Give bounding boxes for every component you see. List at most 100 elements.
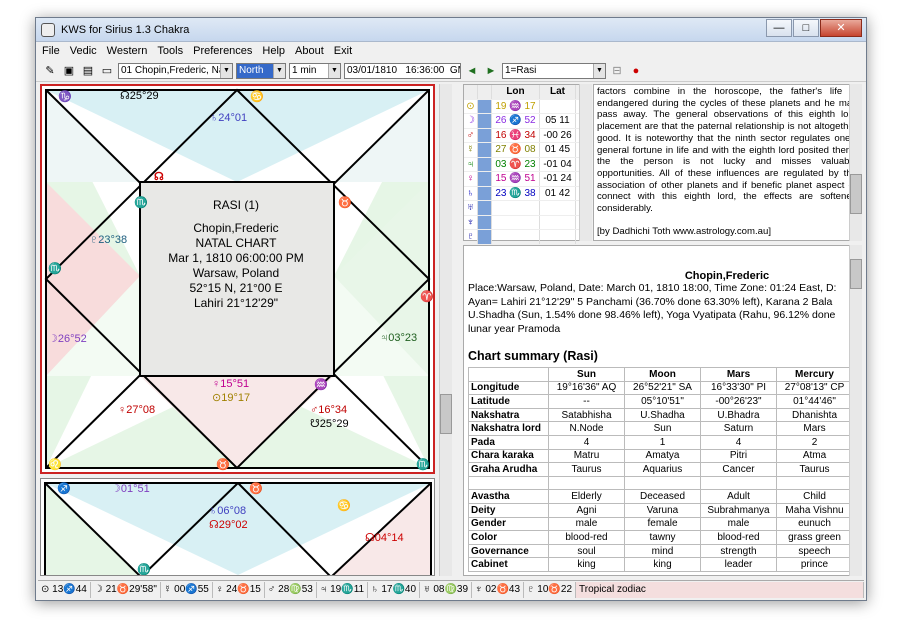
scroll-thumb[interactable]	[850, 259, 862, 289]
menu-help[interactable]: Help	[262, 45, 285, 57]
planet-row[interactable]: ♀ 15 ♒ 51 -01 24	[464, 172, 590, 187]
logo-icon[interactable]: ●	[628, 63, 644, 79]
arrow-left-icon[interactable]: ◄	[464, 63, 480, 79]
summary-cell: Saturn	[700, 421, 777, 436]
summary-cell: Avastha	[468, 489, 549, 504]
summary-cell: Aquarius	[624, 462, 701, 477]
report-scrollbar[interactable]	[849, 245, 862, 576]
arrow-right-icon[interactable]: ►	[483, 63, 499, 79]
planet-select-cell[interactable]	[478, 128, 492, 142]
maximize-button[interactable]: □	[793, 19, 819, 37]
planet-glyph-icon: ♅	[464, 201, 478, 215]
planet-row[interactable]: ♃ 03 ♈ 23 -01 04	[464, 157, 590, 172]
chart-scrollbar[interactable]	[439, 84, 452, 576]
summary-header-row: Sun Moon Mars Mercury	[468, 367, 853, 382]
planet-glyph-icon: ☿	[464, 143, 478, 157]
summary-cell: 05°10'51"	[624, 394, 701, 409]
planet-select-cell[interactable]	[478, 157, 492, 171]
summary-cell: Chara karaka	[468, 448, 549, 464]
chart-select[interactable]: 01 Chopin,Frederic, Natal ▼	[118, 62, 233, 79]
summary-cell: eunuch	[776, 516, 853, 532]
style-select[interactable]: North ▼	[236, 62, 286, 79]
planet-lat: 05 11	[540, 114, 576, 128]
sign-label: ♒	[314, 379, 328, 391]
planet-row[interactable]: ♇	[464, 230, 590, 245]
planet-row[interactable]: ♄ 23 ♏ 38 01 42	[464, 186, 590, 201]
close-button[interactable]: ✕	[820, 19, 862, 37]
menu-file[interactable]: File	[42, 45, 60, 57]
planet-row[interactable]: ☽ 26 ♐ 52 05 11	[464, 114, 590, 129]
planet-row[interactable]: ♅	[464, 201, 590, 216]
summary-cell: Varuna	[624, 502, 701, 518]
planet-row[interactable]: ♂ 16 ♓ 34 -00 26	[464, 128, 590, 143]
planet-lon: 27 ♉ 08	[492, 143, 540, 157]
status-item: ☽ 21♉29'58"	[91, 581, 161, 598]
menu-about[interactable]: About	[295, 45, 324, 57]
planet-row[interactable]: ☿ 27 ♉ 08 01 45	[464, 143, 590, 158]
planet-table-scrollbar[interactable]	[579, 84, 592, 241]
planet-select-cell[interactable]	[478, 172, 492, 186]
summary-cell: Color	[468, 530, 549, 545]
summary-row: Nakshatra Satabhisha U.Shadha U.Bhadra Dhani…	[468, 407, 853, 423]
summary-cell: Nakshatra lord	[468, 421, 549, 436]
minimize-button[interactable]: —	[766, 19, 792, 37]
print-icon[interactable]: ▤	[80, 63, 96, 79]
scroll-thumb[interactable]	[440, 394, 452, 434]
planet-lon	[492, 215, 540, 229]
camera-icon[interactable]: ▣	[61, 63, 77, 79]
planet-select-cell[interactable]	[478, 186, 492, 200]
menu-exit[interactable]: Exit	[334, 45, 352, 57]
summary-cell: 27°08'13" CP	[776, 380, 853, 396]
planet-lon	[492, 201, 540, 215]
planet-glyph-icon: ♂	[464, 128, 478, 142]
card-icon[interactable]: ▭	[99, 63, 115, 79]
summary-cell: Sun	[624, 421, 701, 436]
save-icon[interactable]: ⊟	[609, 63, 625, 79]
planet-table-body: ⊙ 19 ♒ 17 ☽ 26 ♐ 52 05 11 ♂ 16 ♓ 34 -00 26 ☿ 27 ♉…	[464, 99, 590, 245]
menu-western[interactable]: Western	[107, 45, 148, 57]
navamsa-chart[interactable]: ♐ ☽01°51 ♉ ♄06°08 ☊29°02 ♋ ☊04°14 ♏	[40, 478, 435, 576]
center-line: Lahiri 21°12'29"	[193, 296, 279, 310]
planet-select-cell[interactable]	[478, 230, 492, 244]
planet-label: ☽26°52	[48, 333, 87, 345]
summary-cell	[548, 475, 625, 491]
planet-select-cell[interactable]	[478, 99, 492, 113]
scroll-thumb[interactable]	[850, 174, 862, 214]
planet-lon: 03 ♈ 23	[492, 157, 540, 171]
report-info-line: lunar year Pramoda	[468, 322, 561, 335]
menu-preferences[interactable]: Preferences	[193, 45, 252, 57]
interpretation-scrollbar[interactable]	[849, 84, 862, 241]
planet-row[interactable]: ⊙ 19 ♒ 17	[464, 99, 590, 114]
summary-cell: female	[624, 516, 701, 532]
menu-vedic[interactable]: Vedic	[70, 45, 97, 57]
pen-icon[interactable]: ✎	[42, 63, 58, 79]
menu-bar: File Vedic Western Tools Preferences Hel…	[36, 42, 866, 60]
center-line: Chopin,Frederic	[193, 221, 279, 235]
division-select[interactable]: 1=Rasi ▼	[502, 62, 606, 79]
planet-row[interactable]: ♆	[464, 215, 590, 230]
planet-lat: -01 24	[540, 172, 576, 186]
planet-select-cell[interactable]	[478, 114, 492, 128]
summary-cell: prince	[776, 557, 853, 572]
planet-lon	[492, 230, 540, 244]
summary-cell: 4	[700, 434, 777, 450]
summary-cell	[468, 475, 549, 491]
summary-cell: Agni	[548, 502, 625, 518]
planet-select-cell[interactable]	[478, 215, 492, 229]
sign-label: ♏	[137, 564, 151, 576]
status-item: Tropical zodiac	[576, 581, 864, 598]
planet-table[interactable]: Lon Lat ⊙ 19 ♒ 17 ☽ 26 ♐ 52 05 11 ♂ 16 ♓ 34 -00…	[463, 84, 591, 245]
planet-lon: 23 ♏ 38	[492, 186, 540, 200]
summary-cell: Amatya	[624, 448, 701, 464]
summary-cell: Latitude	[468, 394, 549, 409]
planet-select-cell[interactable]	[478, 143, 492, 157]
planet-label: ♄06°08	[209, 505, 247, 517]
summary-cell: tawny	[624, 530, 701, 545]
division-select-value: 1=Rasi	[505, 64, 537, 76]
rasi-chart[interactable]: RASI (1) Chopin,Frederic NATAL CHART Mar…	[40, 84, 435, 474]
menu-tools[interactable]: Tools	[157, 45, 183, 57]
step-select[interactable]: 1 min ▼	[289, 62, 341, 79]
summary-cell: U.Bhadra	[700, 407, 777, 423]
datetime-field[interactable]: 03/01/1810 16:36:00 GMT	[344, 62, 461, 79]
planet-select-cell[interactable]	[478, 201, 492, 215]
